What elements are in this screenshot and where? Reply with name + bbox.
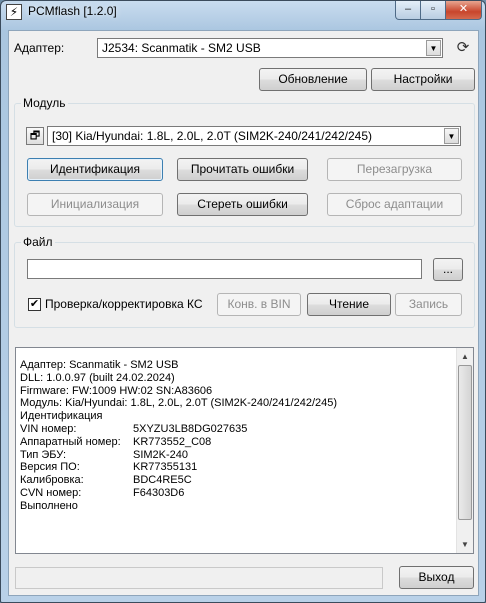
- settings-button[interactable]: Настройки: [371, 68, 475, 91]
- reboot-button[interactable]: Перезагрузка: [327, 158, 462, 181]
- browse-button[interactable]: ...: [433, 258, 463, 281]
- minimize-button[interactable]: –: [395, 1, 421, 20]
- log-key: Тип ЭБУ:: [20, 448, 67, 461]
- module-select-value: [30] Kia/Hyundai: 1.8L, 2.0L, 2.0T (SIM2…: [52, 129, 372, 143]
- scroll-thumb[interactable]: [458, 365, 472, 520]
- log-kv-row: VIN номер: 5XYZU3LB8DG027635: [20, 423, 337, 436]
- read-errors-button[interactable]: Прочитать ошибки: [177, 158, 308, 181]
- log-key: Калибровка:: [20, 474, 84, 487]
- client-area: Адаптер: J2534: Scanmatik - SM2 USB ▼ ⟳ …: [8, 30, 479, 596]
- scroll-up-icon[interactable]: ▲: [457, 348, 473, 365]
- log-kv-row: Версия ПО: KR77355131: [20, 461, 337, 474]
- log-key: VIN номер:: [20, 422, 77, 435]
- title-bar[interactable]: ⚡ PCMflash [1.2.0] – ▫ ✕: [1, 1, 485, 23]
- init-button[interactable]: Инициализация: [27, 193, 163, 216]
- log-scrollbar[interactable]: ▲ ▼: [456, 348, 473, 553]
- chevron-down-icon[interactable]: ▼: [444, 128, 459, 144]
- log-content: Адаптер: Scanmatik - SM2 USB DLL: 1.0.0.…: [20, 359, 337, 513]
- convert-bin-button[interactable]: Конв. в BIN: [217, 293, 301, 316]
- log-kv-row: Аппаратный номер: KR773552_C08: [20, 436, 337, 449]
- log-textbox[interactable]: Адаптер: Scanmatik - SM2 USB DLL: 1.0.0.…: [15, 347, 474, 554]
- log-value: F64303D6: [133, 486, 185, 499]
- log-value: KR77355131: [133, 461, 198, 474]
- log-value: SIM2K-240: [133, 448, 189, 461]
- log-line: DLL: 1.0.0.97 (built 24.02.2024): [20, 371, 175, 384]
- file-path-input[interactable]: [27, 259, 422, 279]
- module-select[interactable]: [30] Kia/Hyundai: 1.8L, 2.0L, 2.0T (SIM2…: [47, 126, 461, 146]
- exit-button[interactable]: Выход: [399, 566, 474, 589]
- update-button[interactable]: Обновление: [259, 68, 367, 91]
- log-kv-row: Тип ЭБУ: SIM2K-240: [20, 449, 337, 462]
- log-line: Адаптер: Scanmatik - SM2 USB: [20, 359, 179, 371]
- log-kv-row: CVN номер: F64303D6: [20, 487, 337, 500]
- adapter-select-value: J2534: Scanmatik - SM2 USB: [102, 41, 261, 55]
- checksum-checkbox[interactable]: ✔: [28, 298, 41, 311]
- checksum-checkbox-label[interactable]: Проверка/корректировка КС: [45, 297, 203, 311]
- close-button[interactable]: ✕: [445, 1, 482, 20]
- chevron-down-icon[interactable]: ▼: [426, 40, 441, 56]
- identify-button[interactable]: Идентификация: [27, 158, 163, 181]
- adapter-select[interactable]: J2534: Scanmatik - SM2 USB ▼: [97, 38, 443, 58]
- log-key: Версия ПО:: [20, 461, 80, 474]
- lightning-icon: ⚡: [6, 4, 22, 20]
- file-group-title: Файл: [21, 235, 55, 249]
- write-button[interactable]: Запись: [395, 293, 462, 316]
- log-key: CVN номер:: [20, 486, 82, 499]
- read-button[interactable]: Чтение: [307, 293, 391, 316]
- log-line: Идентификация: [20, 410, 103, 423]
- window-restore-icon[interactable]: 🗗: [26, 127, 44, 145]
- maximize-button[interactable]: ▫: [420, 1, 446, 20]
- reset-adaptation-button[interactable]: Сброс адаптации: [327, 193, 462, 216]
- log-value: BDC4RE5C: [133, 474, 192, 487]
- log-key: Аппаратный номер:: [20, 435, 121, 448]
- log-line: Firmware: FW:1009 HW:02 SN:A83606: [20, 384, 213, 397]
- clear-errors-button[interactable]: Стереть ошибки: [177, 193, 308, 216]
- log-value: KR773552_C08: [133, 435, 212, 448]
- log-kv-row: Калибровка: BDC4RE5C: [20, 474, 337, 487]
- module-group-title: Модуль: [21, 96, 68, 110]
- window-title: PCMflash [1.2.0]: [28, 4, 117, 18]
- refresh-icon[interactable]: ⟳: [454, 39, 472, 57]
- log-line: Модуль: Kia/Hyundai: 1.8L, 2.0L, 2.0T (S…: [20, 397, 338, 410]
- adapter-label: Адаптер:: [14, 41, 65, 55]
- log-value: 5XYZU3LB8DG027635: [133, 422, 248, 435]
- app-window: ⚡ PCMflash [1.2.0] – ▫ ✕ Адаптер: J2534:…: [0, 0, 486, 603]
- log-line: Выполнено: [20, 499, 78, 512]
- status-bar: [15, 567, 383, 589]
- scroll-down-icon[interactable]: ▼: [457, 536, 473, 553]
